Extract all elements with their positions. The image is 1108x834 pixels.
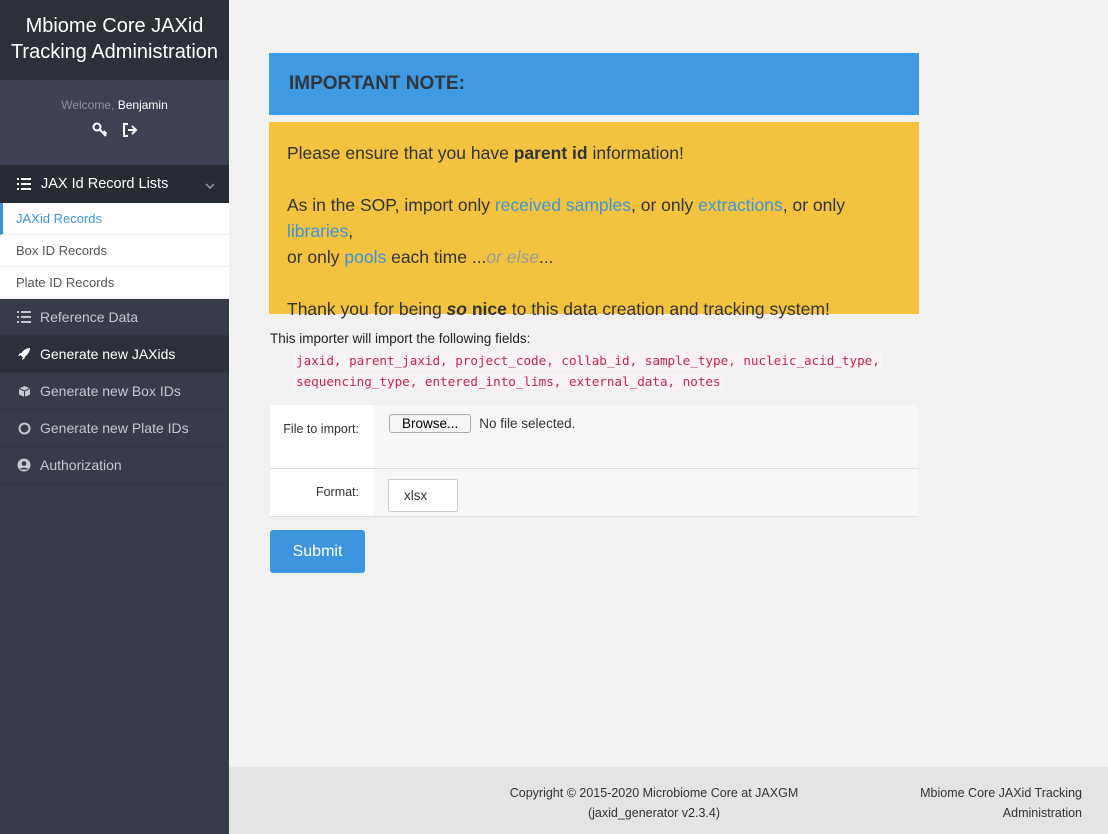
note-text: , or only bbox=[782, 195, 846, 215]
note-text: Please ensure that you have bbox=[287, 143, 514, 163]
note-line-sop: As in the SOP, import only received samp… bbox=[287, 192, 901, 270]
important-note-header: IMPORTANT NOTE: bbox=[269, 53, 919, 115]
importer-intro: This importer will import the following … bbox=[270, 331, 531, 346]
submit-button[interactable]: Submit bbox=[270, 530, 365, 573]
welcome-text: Welcome, Benjamin bbox=[0, 98, 229, 112]
main-content: IMPORTANT NOTE: Please ensure that you h… bbox=[229, 0, 1108, 767]
sidebar-item-jaxid-records[interactable]: JAXid Records bbox=[0, 203, 229, 235]
note-text: , or only bbox=[631, 195, 699, 215]
note-text: ... bbox=[538, 247, 554, 267]
important-note-body: Please ensure that you have parent id in… bbox=[269, 122, 919, 319]
sidebar-item-generate-plate-ids[interactable]: Generate new Plate IDs bbox=[0, 410, 229, 447]
note-or-else: or else bbox=[486, 247, 539, 267]
link-extractions[interactable]: extractions bbox=[698, 195, 783, 215]
file-label: File to import: bbox=[270, 405, 373, 468]
file-input: Browse... No file selected. bbox=[373, 405, 918, 468]
note-line-thanks: Thank you for being so nice to this data… bbox=[287, 296, 901, 322]
note-text: As in the SOP, import only bbox=[287, 195, 495, 215]
form-row-file: File to import: Browse... No file selecte… bbox=[270, 405, 918, 469]
importer-fields: jaxid, parent_jaxid, project_code, colla… bbox=[294, 350, 894, 392]
sidebar-item-label: Reference Data bbox=[40, 309, 139, 325]
footer-brand-text: Mbiome Core JAXid Tracking bbox=[920, 786, 1082, 800]
note-emphasis: so bbox=[446, 299, 467, 319]
sidebar-item-label: Generate new Box IDs bbox=[40, 383, 181, 399]
file-status: No file selected. bbox=[479, 416, 576, 431]
note-text: or only bbox=[287, 247, 345, 267]
note-line-parent-id: Please ensure that you have parent id in… bbox=[287, 140, 901, 166]
fields-line: jaxid, parent_jaxid, project_code, colla… bbox=[294, 352, 882, 369]
sidebar-item-reference-data[interactable]: Reference Data bbox=[0, 299, 229, 336]
link-libraries[interactable]: libraries bbox=[287, 221, 348, 241]
sidebar: Mbiome Core JAXid Tracking Administratio… bbox=[0, 0, 229, 834]
form-row-format: Format: bbox=[270, 469, 918, 517]
browse-button[interactable]: Browse... bbox=[389, 414, 472, 433]
app-title[interactable]: Mbiome Core JAXid Tracking Administratio… bbox=[0, 0, 229, 80]
footer-brand: Mbiome Core JAXid Tracking Administratio… bbox=[892, 783, 1082, 823]
copyright: Copyright © 2015-2020 Microbiome Core at… bbox=[489, 783, 819, 823]
fields-line: sequencing_type, entered_into_lims, exte… bbox=[294, 373, 723, 390]
sidebar-item-label: Generate new JAXids bbox=[40, 346, 176, 362]
sidebar-item-generate-jaxids[interactable]: Generate new JAXids bbox=[0, 336, 229, 373]
footer: Copyright © 2015-2020 Microbiome Core at… bbox=[229, 767, 1108, 834]
sidebar-item-label: Generate new Plate IDs bbox=[40, 420, 189, 436]
import-form: File to import: Browse... No file selecte… bbox=[270, 405, 918, 517]
sidebar-item-box-id-records[interactable]: Box ID Records bbox=[0, 235, 229, 267]
username: Benjamin bbox=[117, 98, 168, 112]
circle-icon bbox=[16, 420, 32, 436]
note-bold-text: parent id bbox=[513, 143, 588, 163]
footer-brand-text: Administration bbox=[1002, 806, 1082, 820]
sidebar-section-label: JAX Id Record Lists bbox=[41, 176, 169, 192]
user-actions bbox=[0, 122, 229, 138]
format-label: Format: bbox=[270, 469, 373, 516]
list-icon bbox=[16, 176, 32, 192]
user-panel: Welcome, Benjamin bbox=[0, 80, 229, 165]
note-bold-text: nice bbox=[466, 299, 507, 319]
link-received-samples[interactable]: received samples bbox=[495, 195, 631, 215]
version-text: (jaxid_generator v2.3.4) bbox=[587, 806, 721, 820]
sidebar-item-plate-id-records[interactable]: Plate ID Records bbox=[0, 267, 229, 299]
list-icon bbox=[16, 309, 32, 325]
sidebar-section-jax-id-record-lists[interactable]: JAX Id Record Lists bbox=[0, 165, 229, 203]
welcome-label: Welcome, bbox=[61, 98, 115, 112]
chevron-down-icon bbox=[205, 178, 215, 194]
sidebar-item-label: Authorization bbox=[40, 457, 122, 473]
key-icon[interactable] bbox=[92, 122, 108, 138]
note-text: Thank you for being bbox=[287, 299, 447, 319]
copyright-text: Copyright © 2015-2020 Microbiome Core at… bbox=[509, 786, 799, 800]
user-circle-icon bbox=[16, 457, 32, 473]
sidebar-item-generate-box-ids[interactable]: Generate new Box IDs bbox=[0, 373, 229, 410]
note-text: to this data creation and tracking syste… bbox=[506, 299, 830, 319]
sidebar-item-authorization[interactable]: Authorization bbox=[0, 447, 229, 484]
rocket-icon bbox=[16, 346, 32, 362]
logout-icon[interactable] bbox=[122, 122, 138, 138]
note-text: each time ... bbox=[386, 247, 487, 267]
cube-icon bbox=[16, 383, 32, 399]
format-input[interactable] bbox=[388, 479, 458, 512]
link-pools[interactable]: pools bbox=[344, 247, 386, 267]
note-text: information! bbox=[587, 143, 684, 163]
note-text: , bbox=[348, 221, 354, 241]
format-cell bbox=[373, 469, 918, 516]
